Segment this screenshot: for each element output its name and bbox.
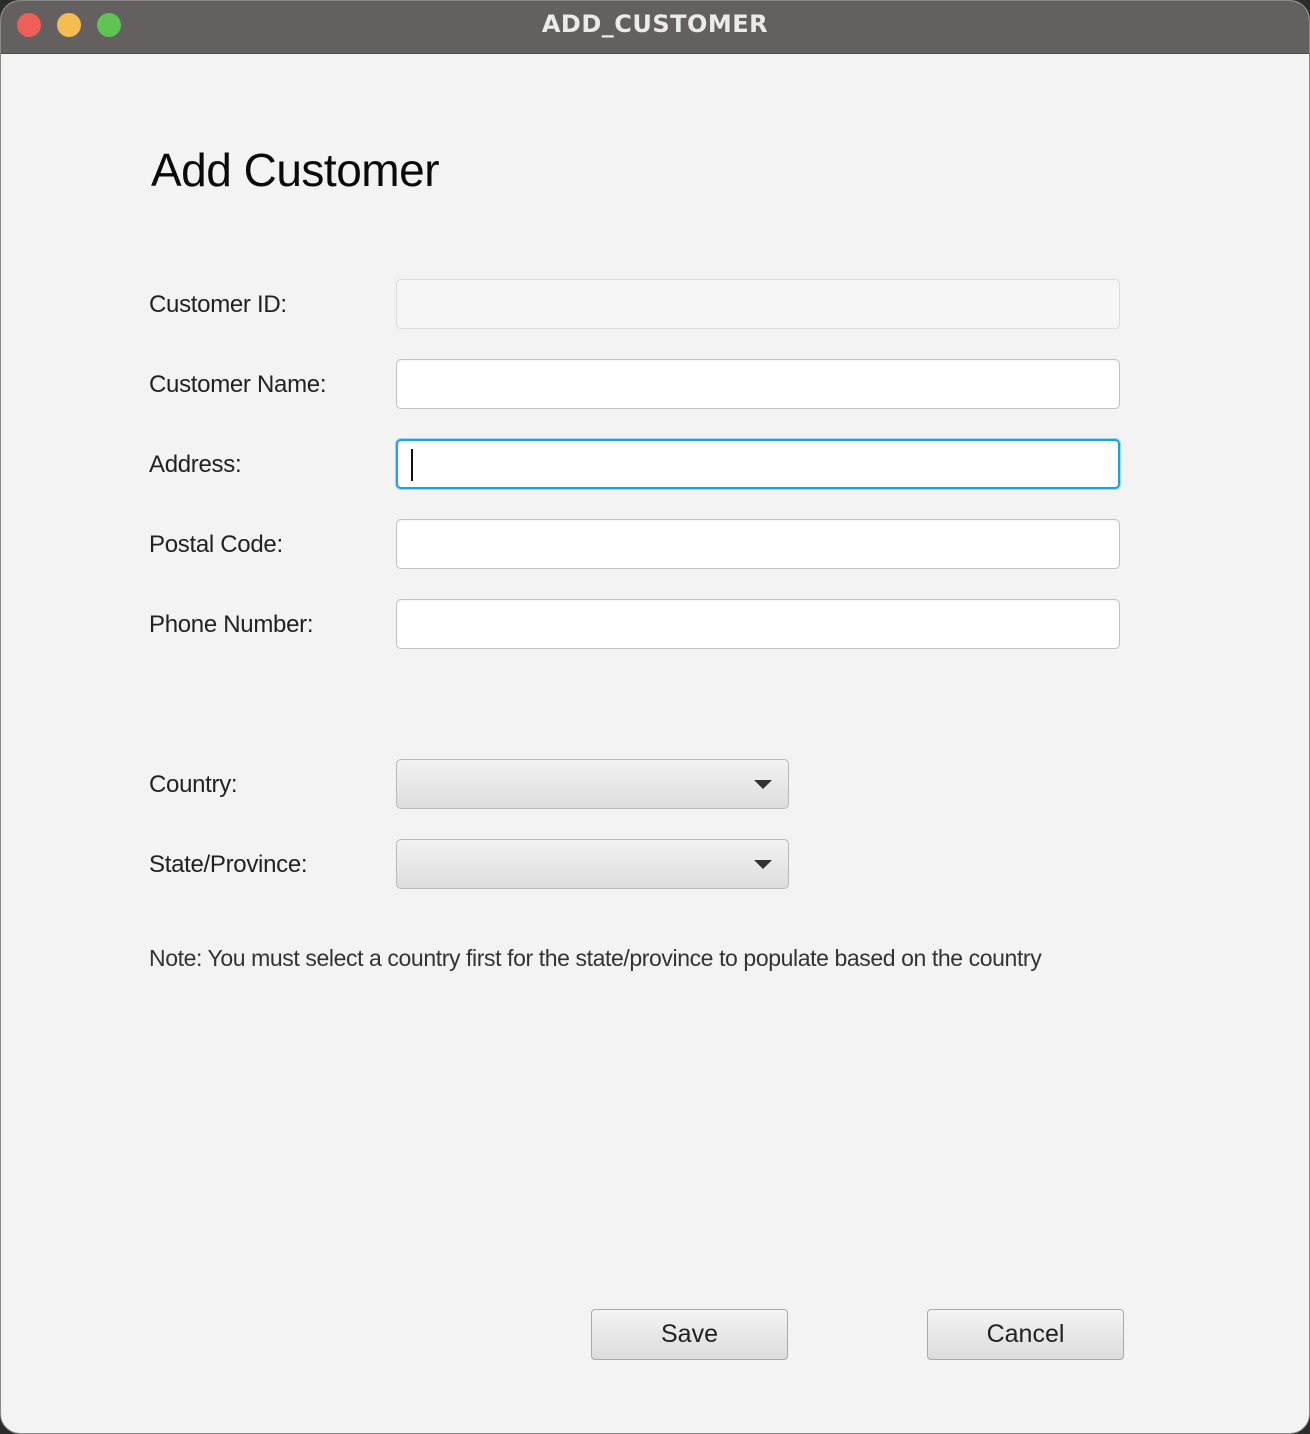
address-field[interactable]	[396, 439, 1120, 489]
window-title: ADD_CUSTOMER	[541, 10, 769, 38]
customer-name-label: Customer Name:	[149, 371, 327, 398]
state-province-label: State/Province:	[149, 851, 308, 878]
title-bar[interactable]: ADD_CUSTOMER	[1, 1, 1309, 54]
phone-number-label: Phone Number:	[149, 611, 314, 638]
page-title: Add Customer	[151, 144, 440, 196]
phone-number-field[interactable]	[396, 599, 1120, 649]
chevron-down-icon	[754, 860, 772, 869]
address-label: Address:	[149, 451, 242, 478]
country-select[interactable]	[396, 759, 789, 809]
country-label: Country:	[149, 771, 238, 798]
postal-code-label: Postal Code:	[149, 531, 283, 558]
customer-name-field[interactable]	[396, 359, 1120, 409]
text-cursor	[411, 449, 413, 481]
save-button[interactable]: Save	[591, 1309, 788, 1360]
customer-id-field	[396, 279, 1120, 329]
add-customer-window: ADD_CUSTOMER Add Customer Customer ID: C…	[0, 0, 1310, 1434]
cancel-button[interactable]: Cancel	[927, 1309, 1124, 1360]
customer-id-label: Customer ID:	[149, 291, 287, 318]
state-province-select[interactable]	[396, 839, 789, 889]
chevron-down-icon	[754, 780, 772, 789]
country-note: Note: You must select a country first fo…	[149, 945, 1042, 971]
postal-code-field[interactable]	[396, 519, 1120, 569]
